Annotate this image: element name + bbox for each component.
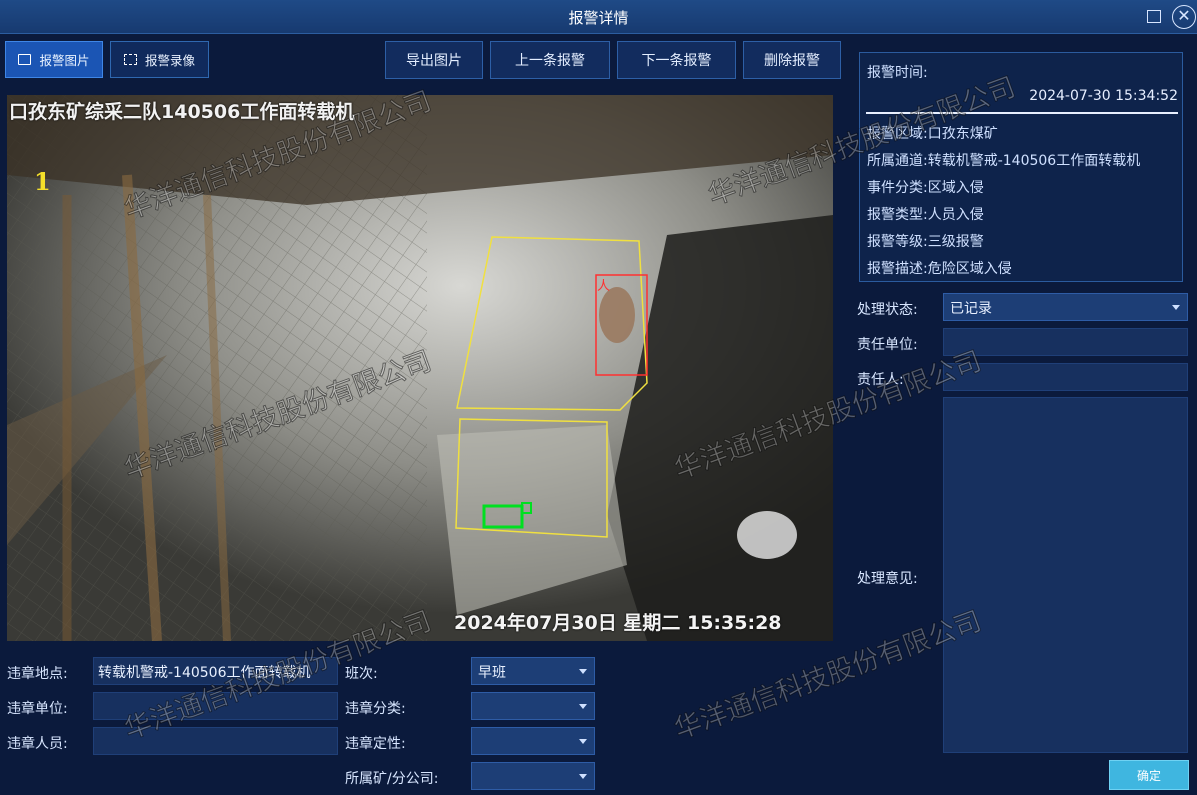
chevron-down-icon xyxy=(579,704,587,709)
info-row-alarm-level: 报警等级:三级报警 xyxy=(867,234,984,250)
window-title: 报警详情 xyxy=(568,9,629,27)
alarm-info-panel: 报警时间: 2024-07-30 15:34:52 报警区域:口孜东煤矿 所属通… xyxy=(859,52,1183,282)
responsible-person-input[interactable] xyxy=(943,363,1188,391)
alarm-image-scene xyxy=(7,95,833,641)
alarm-time-value: 2024-07-30 15:34:52 xyxy=(1029,88,1178,104)
responsible-person-label: 责任人: xyxy=(857,372,904,388)
violation-category-label: 违章分类: xyxy=(345,701,406,717)
video-overlay-timestamp: 2024年07月30日 星期二 15:35:28 xyxy=(454,612,782,634)
next-alarm-button[interactable]: 下一条报警 xyxy=(617,41,736,79)
chevron-down-icon xyxy=(1172,305,1180,310)
detection-label: 人 xyxy=(597,279,611,294)
info-row-description: 报警描述:危险区域入侵 xyxy=(867,261,1012,277)
company-select[interactable] xyxy=(471,762,595,790)
violation-unit-input[interactable] xyxy=(93,692,338,720)
shift-value: 早班 xyxy=(478,665,506,681)
alarm-image[interactable]: 口孜东矿综采二队140506工作面转载机 1 人 2024年07月30日 星期二… xyxy=(7,95,833,641)
close-icon[interactable]: ✕ xyxy=(1172,5,1196,29)
company-label: 所属矿/分公司: xyxy=(345,771,439,787)
violation-location-label: 违章地点: xyxy=(7,666,68,682)
responsible-unit-label: 责任单位: xyxy=(857,337,918,353)
opinion-label: 处理意见: xyxy=(857,571,918,587)
chevron-down-icon xyxy=(579,739,587,744)
status-value: 已记录 xyxy=(950,301,992,317)
tab-alarm-video[interactable]: 报警录像 xyxy=(110,41,209,78)
title-bar: 报警详情 ✕ xyxy=(0,0,1197,34)
responsible-unit-input[interactable] xyxy=(943,328,1188,356)
info-row-event-category: 事件分类:区域入侵 xyxy=(867,180,984,196)
divider xyxy=(866,112,1178,114)
tab-alarm-image-label: 报警图片 xyxy=(39,53,90,68)
violation-category-select[interactable] xyxy=(471,692,595,720)
violation-person-input[interactable] xyxy=(93,727,338,755)
delete-alarm-button[interactable]: 删除报警 xyxy=(743,41,841,79)
export-image-button[interactable]: 导出图片 xyxy=(385,41,483,79)
status-select[interactable]: 已记录 xyxy=(943,293,1188,321)
shift-select[interactable]: 早班 xyxy=(471,657,595,685)
prev-alarm-button[interactable]: 上一条报警 xyxy=(490,41,610,79)
violation-location-input[interactable]: 转载机警戒-140506工作面转载机 xyxy=(93,657,338,685)
status-label: 处理状态: xyxy=(857,302,918,318)
violation-nature-label: 违章定性: xyxy=(345,736,406,752)
opinion-textarea[interactable] xyxy=(943,397,1188,753)
info-row-area: 报警区域:口孜东煤矿 xyxy=(867,126,998,142)
video-overlay-title: 口孜东矿综采二队140506工作面转载机 xyxy=(9,101,355,123)
chevron-down-icon xyxy=(579,774,587,779)
shift-label: 班次: xyxy=(345,666,378,682)
maximize-icon[interactable] xyxy=(1147,10,1161,23)
violation-nature-select[interactable] xyxy=(471,727,595,755)
violation-unit-label: 违章单位: xyxy=(7,701,68,717)
info-row-alarm-type: 报警类型:人员入侵 xyxy=(867,207,984,223)
tab-alarm-video-label: 报警录像 xyxy=(144,53,195,68)
channel-number: 1 xyxy=(34,167,51,196)
info-row-channel: 所属通道:转载机警戒-140506工作面转载机 xyxy=(867,153,1141,169)
alarm-time-label: 报警时间: xyxy=(867,65,928,81)
violation-person-label: 违章人员: xyxy=(7,736,68,752)
image-icon xyxy=(18,54,32,65)
chevron-down-icon xyxy=(579,669,587,674)
tab-alarm-image[interactable]: 报警图片 xyxy=(5,41,103,78)
confirm-button[interactable]: 确定 xyxy=(1109,760,1189,790)
video-icon xyxy=(123,54,137,65)
